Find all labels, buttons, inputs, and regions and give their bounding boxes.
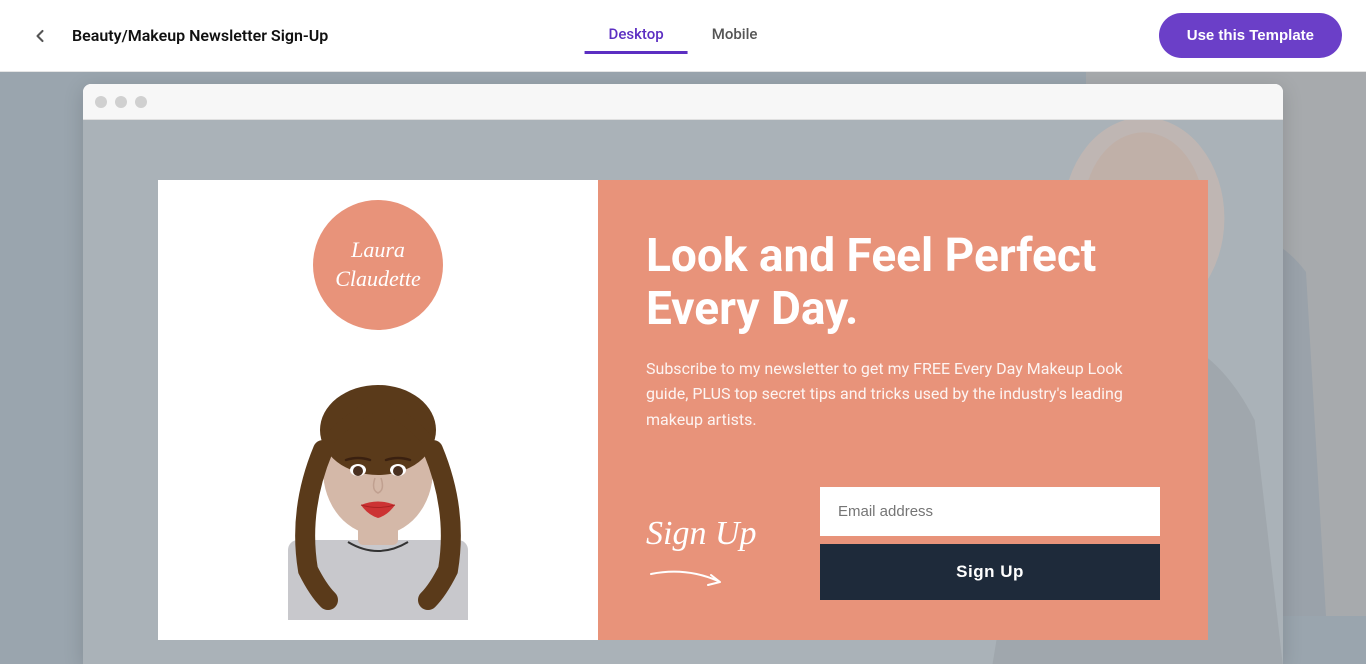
back-button[interactable] bbox=[24, 20, 56, 52]
woman-photo-svg bbox=[228, 350, 528, 620]
page-title: Beauty/Makeup Newsletter Sign-Up bbox=[72, 26, 328, 45]
browser-dot-3 bbox=[135, 96, 147, 108]
signup-form: Sign Up bbox=[820, 487, 1160, 600]
tab-bar: Desktop Mobile bbox=[585, 17, 782, 54]
email-input[interactable] bbox=[820, 487, 1160, 536]
use-template-button[interactable]: Use this Template bbox=[1159, 13, 1342, 58]
browser-dot-2 bbox=[115, 96, 127, 108]
tab-desktop[interactable]: Desktop bbox=[585, 17, 688, 54]
subtext: Subscribe to my newsletter to get my FRE… bbox=[646, 356, 1160, 433]
bottom-area: Sign Up Sign Up bbox=[646, 487, 1160, 600]
browser-dot-1 bbox=[95, 96, 107, 108]
main-card: Laura Claudette bbox=[158, 180, 1208, 640]
tab-mobile[interactable]: Mobile bbox=[688, 17, 782, 54]
topbar: Beauty/Makeup Newsletter Sign-Up Desktop… bbox=[0, 0, 1366, 72]
signup-button[interactable]: Sign Up bbox=[820, 544, 1160, 600]
headline: Look and Feel Perfect Every Day. bbox=[646, 230, 1160, 336]
woman-photo bbox=[228, 350, 528, 620]
template-content: Laura Claudette bbox=[83, 120, 1283, 664]
preview-area: Laura Claudette bbox=[0, 72, 1366, 664]
signup-arrow-icon bbox=[646, 559, 726, 589]
right-panel: Look and Feel Perfect Every Day. Subscri… bbox=[598, 180, 1208, 640]
right-panel-content: Look and Feel Perfect Every Day. Subscri… bbox=[646, 230, 1160, 461]
logo-text: Laura Claudette bbox=[335, 236, 421, 293]
script-signup: Sign Up bbox=[646, 514, 757, 600]
left-panel: Laura Claudette bbox=[158, 180, 598, 640]
topbar-left: Beauty/Makeup Newsletter Sign-Up bbox=[24, 20, 328, 52]
logo-circle: Laura Claudette bbox=[313, 200, 443, 330]
back-arrow-icon bbox=[30, 26, 50, 46]
browser-chrome bbox=[83, 84, 1283, 120]
browser-window: Laura Claudette bbox=[83, 84, 1283, 664]
